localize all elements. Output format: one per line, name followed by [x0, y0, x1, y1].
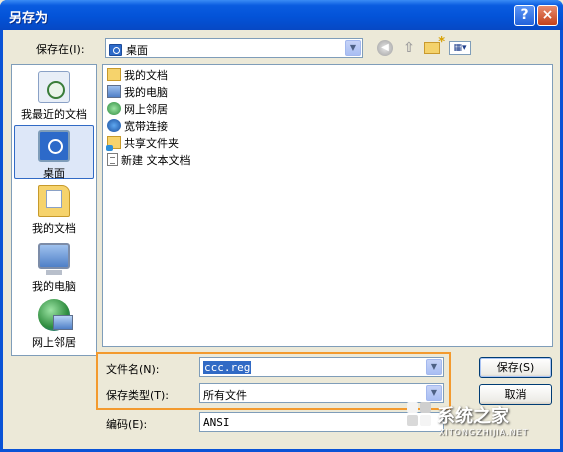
filetype-value: 所有文件	[203, 389, 247, 402]
chevron-down-icon[interactable]: ▼	[426, 385, 442, 401]
dialog-window: 另存为 ? × 保存在(I): 桌面 ▼ ◀ ⇧ ▦▾ 我最近的文档 桌面 我的	[0, 0, 563, 452]
places-bar: 我最近的文档 桌面 我的文档 我的电脑 网上邻居	[11, 64, 97, 356]
filetype-label: 保存类型(T):	[106, 389, 170, 402]
place-label: 网上邻居	[32, 336, 76, 349]
file-name: 宽带连接	[124, 120, 168, 133]
list-item[interactable]: 新建 文本文档	[107, 152, 191, 168]
file-list[interactable]: 我的文档 我的电脑 网上邻居 宽带连接 共享文件夹 新建 文本文档	[102, 64, 553, 347]
shared-folder-icon	[106, 136, 121, 151]
my-documents-icon	[107, 68, 121, 81]
place-label: 我的文档	[32, 222, 76, 235]
close-button[interactable]: ×	[537, 5, 558, 26]
network-places-icon	[38, 299, 73, 331]
place-my-documents[interactable]: 我的文档	[14, 185, 94, 236]
save-in-label: 保存在(I):	[36, 43, 85, 56]
logo-icon	[407, 402, 433, 428]
watermark-subtext: XITONGZHIJIA.NET	[439, 428, 529, 437]
list-item[interactable]: 宽带连接	[107, 118, 168, 134]
my-computer-icon	[107, 85, 121, 98]
back-arrow-icon[interactable]: ◀	[377, 40, 393, 56]
place-my-computer[interactable]: 我的电脑	[14, 243, 94, 294]
place-label: 桌面	[43, 167, 65, 180]
file-name: 我的电脑	[124, 86, 168, 99]
file-name: 新建 文本文档	[121, 154, 191, 167]
views-menu-icon[interactable]: ▦▾	[449, 41, 471, 55]
filename-field[interactable]: ccc.reg ▼	[199, 357, 444, 377]
place-label: 我的电脑	[32, 280, 76, 293]
my-documents-icon	[38, 185, 70, 217]
help-button[interactable]: ?	[514, 5, 535, 26]
filename-label: 文件名(N):	[106, 363, 160, 376]
list-item[interactable]: 我的文档	[107, 67, 168, 83]
dialog-body: 保存在(I): 桌面 ▼ ◀ ⇧ ▦▾ 我最近的文档 桌面 我的文档	[3, 30, 560, 449]
place-desktop[interactable]: 桌面	[14, 125, 94, 180]
save-in-combobox[interactable]: 桌面 ▼	[105, 38, 363, 58]
filename-value: ccc.reg	[203, 361, 252, 374]
desktop-icon	[109, 44, 122, 56]
text-document-icon	[107, 153, 118, 166]
encoding-label: 编码(E):	[106, 418, 148, 431]
list-item[interactable]: 网上邻居	[107, 101, 168, 117]
place-recent-documents[interactable]: 我最近的文档	[14, 71, 94, 122]
save-button[interactable]: 保存(S)	[479, 357, 552, 378]
watermark-text: 系统之家	[437, 406, 509, 427]
place-label: 我最近的文档	[21, 108, 87, 121]
list-item[interactable]: 共享文件夹	[106, 135, 179, 151]
chevron-down-icon[interactable]: ▼	[345, 40, 361, 56]
window-title: 另存为	[9, 11, 49, 26]
encoding-value: ANSI	[203, 416, 230, 429]
recent-documents-icon	[38, 71, 70, 103]
file-name: 我的文档	[124, 69, 168, 82]
file-name: 共享文件夹	[124, 137, 179, 150]
network-places-icon	[107, 102, 121, 115]
list-item[interactable]: 我的电脑	[107, 84, 168, 100]
place-network-places[interactable]: 网上邻居	[14, 299, 94, 350]
chevron-down-icon[interactable]: ▼	[426, 359, 442, 375]
broadband-icon	[107, 119, 121, 132]
up-folder-icon[interactable]: ⇧	[401, 40, 417, 56]
file-name: 网上邻居	[124, 103, 168, 116]
desktop-icon	[38, 130, 70, 162]
watermark-logo: 系统之家 XITONGZHIJIA.NET	[407, 400, 559, 444]
title-bar[interactable]: 另存为 ? ×	[0, 0, 563, 30]
new-folder-icon[interactable]	[424, 35, 445, 54]
save-in-value: 桌面	[126, 44, 148, 57]
my-computer-icon	[38, 243, 70, 275]
